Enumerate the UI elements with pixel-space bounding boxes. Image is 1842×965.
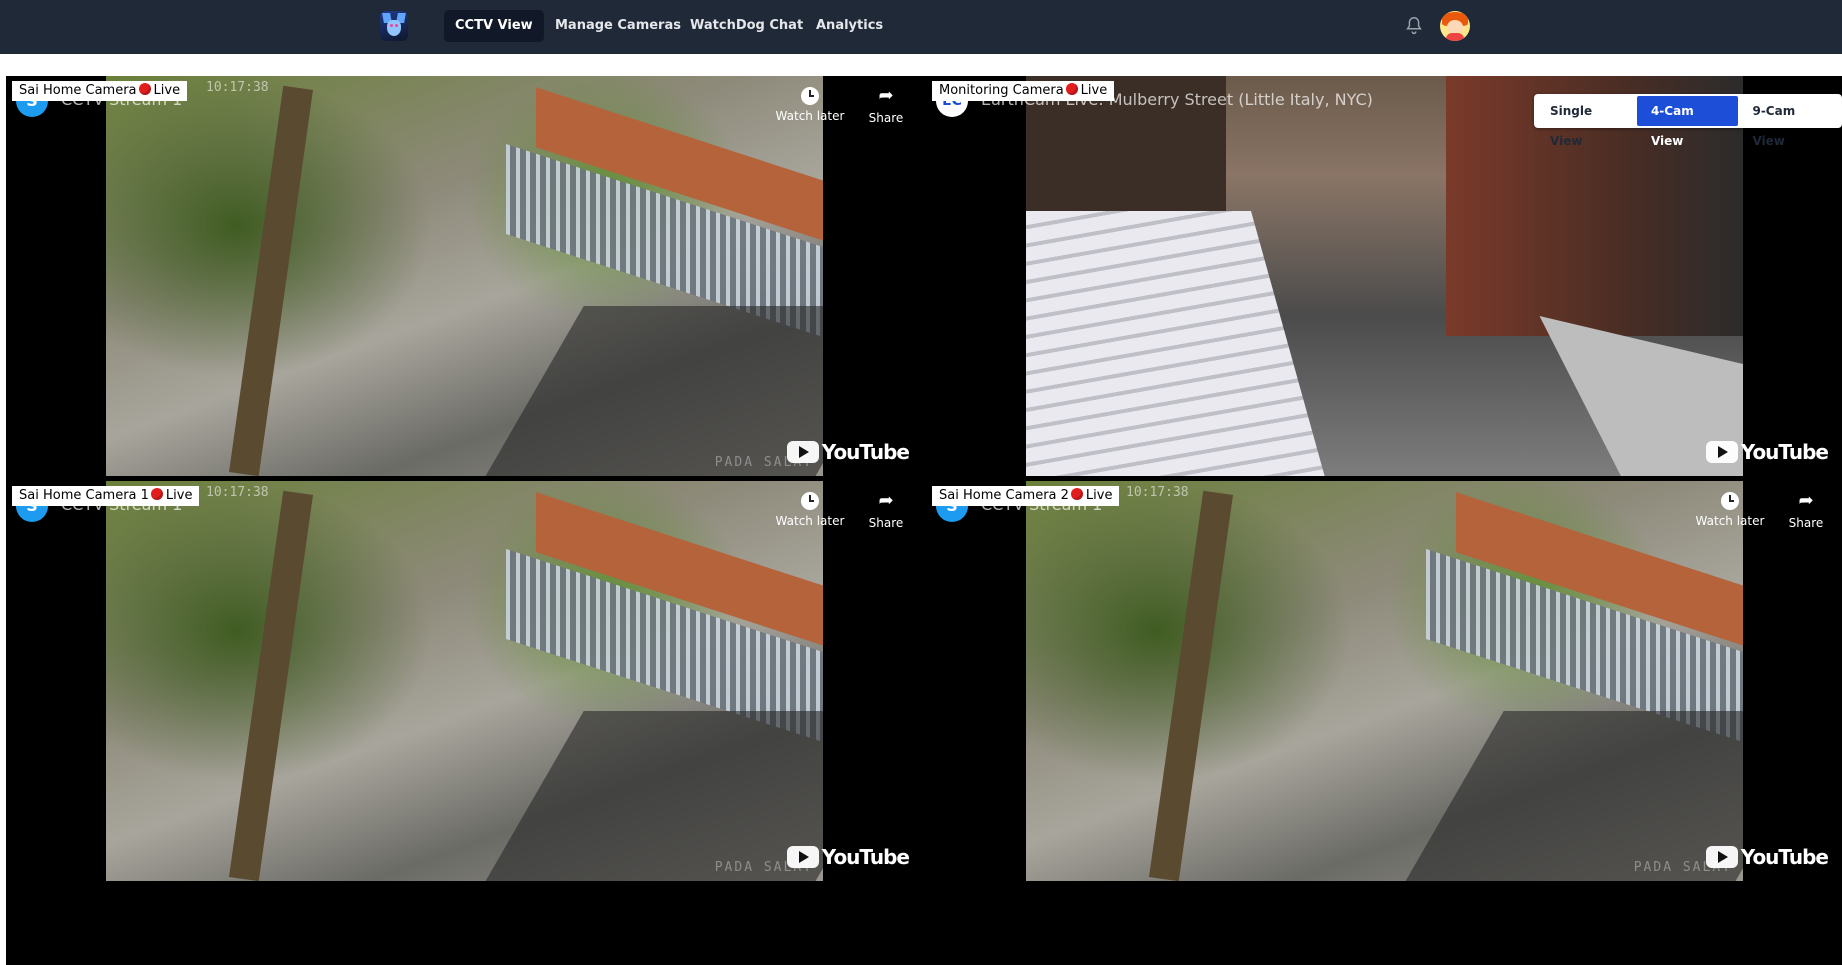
camera-tile[interactable]: S CCTV Stream 1 10:17:38 Sai Home Camera… <box>6 481 923 881</box>
live-dot-icon <box>1070 488 1083 500</box>
youtube-logo[interactable]: YouTube <box>1705 845 1829 869</box>
camera-status: Live <box>165 488 193 503</box>
live-dot-icon <box>138 83 151 95</box>
camera-feed-video[interactable] <box>1026 76 1743 476</box>
bell-icon[interactable] <box>1403 15 1425 37</box>
nav-manage-cameras[interactable]: Manage Cameras <box>544 10 692 42</box>
nine-cam-view-button[interactable]: 9-Cam View <box>1738 96 1840 148</box>
camera-label: Sai Home Camera 1 Live <box>12 486 200 506</box>
camera-timestamp: 10:17:38 <box>206 485 269 500</box>
youtube-play-icon <box>786 846 819 868</box>
camera-feed-video[interactable] <box>1026 481 1743 881</box>
live-dot-icon <box>150 488 163 500</box>
watch-later-button[interactable]: Watch later <box>1695 490 1765 528</box>
camera-name: Sai Home Camera 2 <box>939 488 1069 503</box>
four-cam-view-button[interactable]: 4-Cam View <box>1636 96 1739 148</box>
camera-label: Sai Home Camera Live <box>12 81 188 101</box>
camera-feed-video[interactable] <box>106 76 823 476</box>
nav-analytics[interactable]: Analytics <box>805 10 894 42</box>
camera-timestamp: 10:17:38 <box>206 80 269 95</box>
camera-status: Live <box>1085 488 1113 503</box>
watch-later-label: Watch later <box>775 109 845 123</box>
camera-tile[interactable]: S CCTV Stream 1 10:17:38 Sai Home Camera… <box>6 76 923 476</box>
share-button[interactable]: ➦ Share <box>1771 490 1841 530</box>
watch-later-button[interactable]: Watch later <box>775 85 845 123</box>
clock-icon <box>801 492 819 510</box>
camera-label: Monitoring Camera Live <box>932 81 1115 101</box>
camera-feed-video[interactable] <box>106 481 823 881</box>
camera-status: Live <box>1080 83 1108 98</box>
nav-watchdog-chat[interactable]: WatchDog Chat <box>679 10 814 42</box>
share-icon: ➦ <box>878 85 894 106</box>
user-avatar[interactable] <box>1440 11 1470 41</box>
husky-logo-icon[interactable] <box>380 11 408 41</box>
top-navbar: CCTV View Manage Cameras WatchDog Chat A… <box>0 0 1842 54</box>
watch-later-label: Watch later <box>775 514 845 528</box>
youtube-logo[interactable]: YouTube <box>1705 440 1829 464</box>
share-button[interactable]: ➦ Share <box>851 490 921 530</box>
clock-icon <box>1721 492 1739 510</box>
share-label: Share <box>868 516 904 530</box>
camera-name: Sai Home Camera <box>19 83 137 98</box>
camera-tile[interactable]: EC EarthCam Live: Mulberry Street (Littl… <box>926 76 1842 476</box>
watch-later-label: Watch later <box>1695 514 1765 528</box>
youtube-logo[interactable]: YouTube <box>786 440 910 464</box>
share-button[interactable]: ➦ Share <box>851 85 921 125</box>
watch-later-button[interactable]: Watch later <box>775 490 845 528</box>
camera-name: Monitoring Camera <box>939 83 1064 98</box>
nav-cctv-view[interactable]: CCTV View <box>444 10 544 42</box>
single-view-button[interactable]: Single View <box>1536 96 1637 148</box>
live-dot-icon <box>1065 83 1078 95</box>
camera-tile[interactable]: S CCTV Stream 1 10:17:38 Sai Home Camera… <box>926 481 1842 881</box>
youtube-play-icon <box>786 441 819 463</box>
camera-label: Sai Home Camera 2 Live <box>932 486 1120 506</box>
youtube-logo[interactable]: YouTube <box>786 845 910 869</box>
view-mode-toggle: Single View 4-Cam View 9-Cam View <box>1534 94 1842 148</box>
share-label: Share <box>868 111 904 125</box>
share-label: Share <box>1788 516 1824 530</box>
youtube-play-icon <box>1705 441 1738 463</box>
share-icon: ➦ <box>1798 490 1814 511</box>
camera-timestamp: 10:17:38 <box>1126 485 1189 500</box>
camera-name: Sai Home Camera 1 <box>19 488 149 503</box>
share-icon: ➦ <box>878 490 894 511</box>
camera-status: Live <box>153 83 181 98</box>
youtube-play-icon <box>1705 846 1738 868</box>
clock-icon <box>801 87 819 105</box>
